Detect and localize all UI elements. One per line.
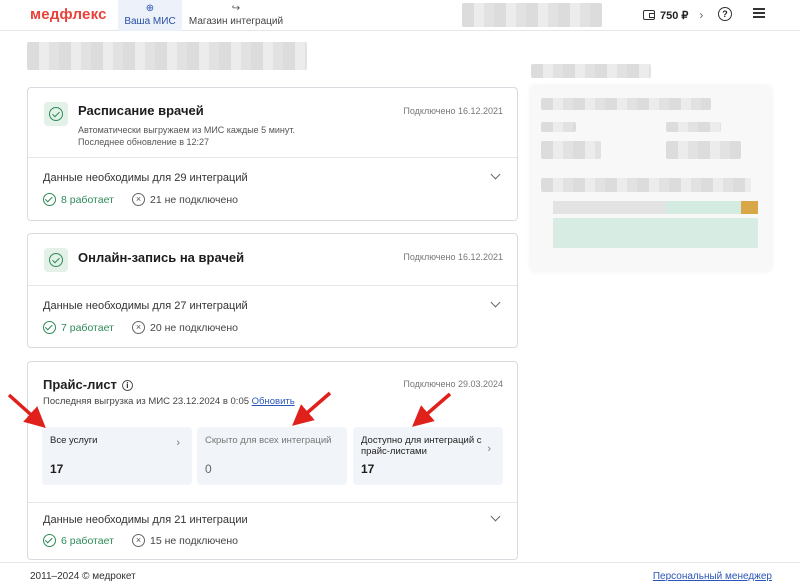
- not-connected-label: 20 не подключено: [150, 321, 239, 334]
- card-title: Прайс-лист: [43, 377, 117, 392]
- tab-integration-store[interactable]: ↪ Магазин интеграций: [186, 0, 286, 31]
- tile-hidden-services[interactable]: Скрыто для всех интеграций 0: [197, 427, 347, 485]
- blurred-clinic-name: [462, 3, 602, 27]
- chevron-down-icon[interactable]: [490, 297, 501, 308]
- connected-date: Подключено 16.12.2021: [403, 106, 503, 116]
- shop-arrow-icon: ↪: [231, 3, 241, 14]
- not-connected-count: × 15 не подключено: [132, 534, 238, 547]
- blurred-side-panel: [531, 86, 771, 271]
- not-connected-count: × 21 не подключено: [132, 193, 238, 206]
- connected-date: Подключено 29.03.2024: [403, 379, 503, 389]
- card-title: Расписание врачей: [78, 103, 204, 118]
- tile-label: Все услуги: [50, 435, 98, 446]
- brand-logo[interactable]: медфлекс: [30, 6, 107, 23]
- not-connected-label: 21 не подключено: [150, 193, 239, 206]
- needed-integrations: Данные необходимы для 27 интеграций: [43, 300, 248, 312]
- cross-circle-icon: ×: [132, 193, 145, 206]
- tile-label: Скрыто для всех интеграций: [205, 435, 332, 446]
- not-connected-label: 15 не подключено: [150, 534, 239, 547]
- last-upload: Последняя выгрузка из МИС 23.12.2024 в 0…: [43, 396, 250, 407]
- schedule-card: Расписание врачей Подключено 16.12.2021 …: [27, 87, 518, 221]
- check-icon: [49, 253, 63, 267]
- last-update: Последнее обновление в 12:27: [78, 137, 210, 147]
- needed-integrations: Данные необходимы для 29 интеграций: [43, 172, 248, 184]
- tile-label: Доступно для интеграций с прайс-листами: [361, 435, 482, 457]
- copyright: 2011–2024 © медрокет: [30, 571, 136, 582]
- tab-label: Магазин интеграций: [188, 16, 284, 27]
- working-count: 8 работает: [43, 193, 114, 206]
- help-icon[interactable]: ?: [718, 7, 732, 21]
- check-icon: [49, 107, 63, 121]
- tile-value: 17: [361, 462, 375, 476]
- needed-integrations: Данные необходимы для 21 интеграции: [43, 514, 248, 526]
- card-title: Онлайн-запись на врачей: [78, 250, 245, 265]
- working-label: 8 работает: [61, 193, 114, 206]
- blurred-page-title: [27, 42, 307, 70]
- card-title-row: Прайс-лист i: [43, 377, 133, 392]
- divider: [28, 157, 517, 158]
- check-circle-icon: [43, 534, 56, 547]
- cross-circle-icon: ×: [132, 321, 145, 334]
- arrow-right-circle-icon: ⊕: [145, 3, 155, 14]
- chevron-right-icon: ›: [176, 437, 180, 449]
- info-icon[interactable]: i: [121, 380, 133, 392]
- online-booking-card: Онлайн-запись на врачей Подключено 16.12…: [27, 233, 518, 348]
- check-circle-icon: [43, 193, 56, 206]
- chevron-right-icon: ›: [487, 443, 491, 455]
- check-circle-icon: [43, 321, 56, 334]
- chevron-down-icon[interactable]: [490, 169, 501, 180]
- tile-available-services[interactable]: Доступно для интеграций с прайс-листами …: [353, 427, 503, 485]
- balance-amount: 750 ₽: [660, 9, 689, 22]
- tile-label-line: Доступно для интеграций с: [361, 435, 482, 446]
- personal-manager-link[interactable]: Персональный менеджер: [653, 571, 772, 582]
- tab-label: Ваша МИС: [124, 16, 176, 27]
- divider: [28, 502, 517, 503]
- top-bar: медфлекс ⊕ Ваша МИС ↪ Магазин интеграций…: [0, 0, 800, 31]
- working-count: 7 работает: [43, 321, 114, 334]
- divider: [28, 285, 517, 286]
- refresh-link[interactable]: Обновить: [252, 396, 295, 407]
- tile-all-services[interactable]: Все услуги › 17: [42, 427, 192, 485]
- connected-date: Подключено 16.12.2021: [403, 252, 503, 262]
- last-upload-row: Последняя выгрузка из МИС 23.12.2024 в 0…: [43, 396, 295, 407]
- menu-icon[interactable]: [753, 8, 765, 18]
- not-connected-count: × 20 не подключено: [132, 321, 238, 334]
- status-badge: [44, 248, 68, 272]
- tile-value: 17: [50, 462, 64, 476]
- tile-value: 0: [205, 462, 212, 476]
- footer: 2011–2024 © медрокет Персональный менедж…: [0, 562, 800, 588]
- card-description: Автоматически выгружаем из МИС каждые 5 …: [78, 125, 295, 135]
- wallet-icon: [643, 10, 655, 20]
- balance-button[interactable]: 750 ₽ ›: [643, 8, 703, 22]
- working-label: 6 работает: [61, 534, 114, 547]
- status-badge: [44, 102, 68, 126]
- blurred-side-heading: [531, 64, 651, 78]
- working-count: 6 работает: [43, 534, 114, 547]
- working-label: 7 работает: [61, 321, 114, 334]
- tab-your-mis[interactable]: ⊕ Ваша МИС: [118, 0, 182, 31]
- chevron-down-icon[interactable]: [490, 511, 501, 522]
- tile-label-line: прайс-листами: [361, 446, 427, 457]
- cross-circle-icon: ×: [132, 534, 145, 547]
- chevron-right-icon: ›: [699, 8, 704, 22]
